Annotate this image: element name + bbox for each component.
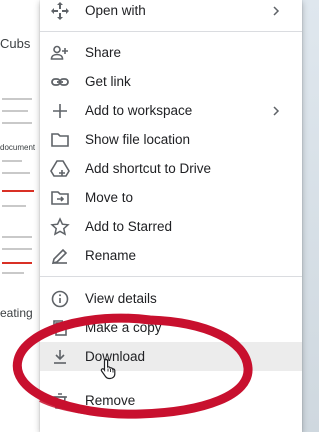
move-folder-icon [50, 188, 70, 208]
menu-item-rename[interactable]: Rename [40, 241, 302, 270]
menu-item-move-to[interactable]: Move to [40, 183, 302, 212]
menu-item-show-file-location[interactable]: Show file location [40, 125, 302, 154]
menu-item-label: View details [85, 291, 157, 306]
link-icon [50, 72, 70, 92]
person-add-icon [50, 43, 70, 63]
chevron-right-icon [273, 5, 280, 16]
plus-icon [50, 101, 70, 121]
menu-item-add-shortcut[interactable]: Add shortcut to Drive [40, 154, 302, 183]
menu-item-share[interactable]: Share [40, 38, 302, 67]
menu-item-label: Get link [85, 74, 131, 89]
menu-item-label: Move to [85, 190, 134, 205]
star-icon [50, 216, 70, 237]
drive-shortcut-icon [50, 159, 70, 179]
eating-fragment: eating [0, 306, 33, 320]
menu-item-label: Add shortcut to Drive [85, 161, 212, 176]
menu-item-view-details[interactable]: View details [40, 284, 302, 313]
info-icon [50, 289, 70, 309]
file-title-fragment: Cubs [0, 36, 31, 51]
context-menu: Open with Share Get link Add to workspac… [40, 0, 302, 432]
menu-item-label: Make a copy [85, 320, 162, 335]
menu-item-open-with[interactable]: Open with [40, 0, 302, 25]
menu-item-label: Add to workspace [85, 103, 193, 118]
menu-item-label: Rename [85, 248, 137, 263]
background-panel-right [301, 0, 319, 432]
chevron-right-icon [273, 105, 280, 116]
menu-item-label: Open with [85, 3, 146, 18]
menu-item-label: Add to Starred [85, 219, 173, 234]
menu-item-download[interactable]: Download [40, 342, 302, 371]
download-icon [50, 347, 70, 367]
menu-item-label: Show file location [85, 132, 191, 147]
menu-item-make-a-copy[interactable]: Make a copy [40, 313, 302, 342]
menu-divider [40, 31, 302, 32]
copy-icon [50, 318, 70, 338]
menu-item-remove[interactable]: Remove [40, 386, 302, 415]
menu-item-label: Remove [85, 393, 136, 408]
pencil-icon [50, 246, 70, 266]
open-with-icon [50, 1, 70, 21]
menu-divider [40, 276, 302, 277]
folder-icon [50, 130, 70, 150]
file-card-column: Cubs document eating [0, 0, 41, 432]
menu-item-label: Share [85, 45, 122, 60]
trash-icon [50, 391, 70, 411]
menu-item-add-to-starred[interactable]: Add to Starred [40, 212, 302, 241]
menu-item-add-to-workspace[interactable]: Add to workspace [40, 96, 302, 125]
menu-item-get-link[interactable]: Get link [40, 67, 302, 96]
doc-fragment: document [0, 143, 36, 152]
hand-pointer-icon [100, 358, 116, 380]
